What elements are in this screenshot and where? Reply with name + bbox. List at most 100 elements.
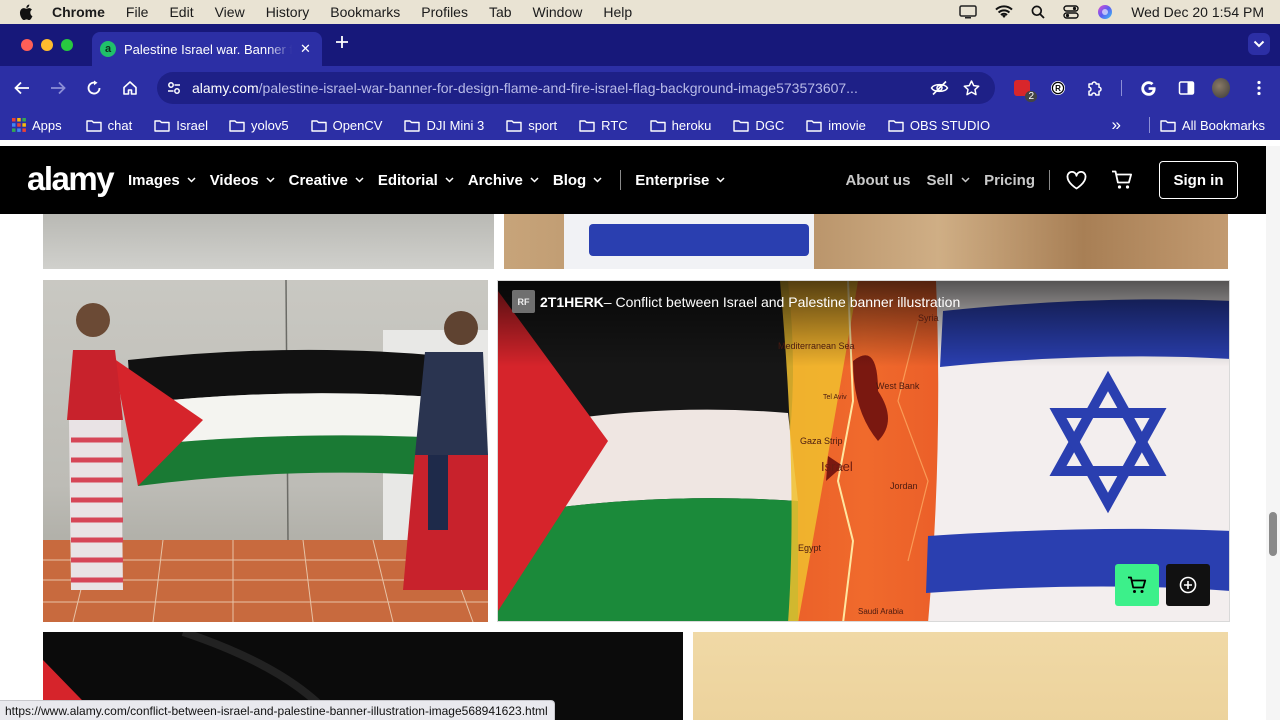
extensions-puzzle-icon[interactable] — [1085, 79, 1103, 97]
all-bookmarks-button[interactable]: All Bookmarks — [1160, 118, 1265, 133]
extension-badge-count: 2 — [1025, 91, 1037, 102]
menu-profiles[interactable]: Profiles — [421, 4, 468, 20]
wifi-icon[interactable] — [995, 5, 1013, 19]
reload-icon[interactable] — [84, 78, 104, 98]
svg-text:R: R — [1055, 84, 1061, 93]
nav-editorial[interactable]: Editorial — [378, 172, 454, 189]
registered-extension-icon[interactable]: R — [1049, 79, 1067, 97]
bookmark-folder-yolov5[interactable]: yolov5 — [229, 118, 289, 133]
window-close-button[interactable] — [21, 39, 33, 51]
forward-icon[interactable] — [48, 78, 68, 98]
link-status-bubble: https://www.alamy.com/conflict-between-i… — [0, 700, 555, 720]
bookmark-folder-israel[interactable]: Israel — [154, 118, 208, 133]
menu-file[interactable]: File — [126, 4, 149, 20]
home-icon[interactable] — [120, 78, 140, 98]
profile-avatar[interactable] — [1212, 78, 1230, 98]
menu-view[interactable]: View — [215, 4, 245, 20]
menu-window[interactable]: Window — [533, 4, 583, 20]
bookmark-folder-rtc[interactable]: RTC — [579, 118, 628, 133]
bookmark-folder-obs-studio[interactable]: OBS STUDIO — [888, 118, 990, 133]
bookmark-star-icon[interactable] — [963, 80, 980, 101]
image-caption-text[interactable]: – Conflict between Israel and Palestine … — [604, 294, 960, 310]
map-label-israel: Israel — [821, 459, 853, 474]
image-tile-wall-cropped[interactable] — [43, 214, 494, 269]
bookmark-label: OpenCV — [332, 117, 383, 133]
nav-videos[interactable]: Videos — [210, 172, 275, 189]
menu-history[interactable]: History — [266, 4, 310, 20]
window-zoom-button[interactable] — [61, 39, 73, 51]
map-label-saudi-arabia: Saudi Arabia — [858, 607, 904, 616]
bookmark-folder-opencv[interactable]: OpenCV — [310, 117, 383, 133]
bookmark-apps[interactable]: Apps — [12, 118, 62, 133]
chrome-menu-icon[interactable] — [1250, 79, 1268, 97]
menu-chrome[interactable]: Chrome — [52, 4, 105, 20]
nav-pricing[interactable]: Pricing — [984, 172, 1035, 189]
menu-tab[interactable]: Tab — [489, 4, 512, 20]
image-tile-featured-israel-palestine-banner[interactable]: Syria Mediterranean Sea Tel Aviv West Ba… — [497, 280, 1230, 622]
sign-in-label: Sign in — [1173, 171, 1224, 189]
tab-active[interactable]: a Palestine Israel war. Banner for desig… — [92, 32, 322, 66]
sign-in-button[interactable]: Sign in — [1159, 161, 1238, 199]
side-panel-icon[interactable] — [1177, 79, 1195, 97]
siri-icon[interactable] — [1097, 4, 1113, 20]
nav-enterprise[interactable]: Enterprise — [635, 172, 725, 189]
google-icon[interactable] — [1139, 79, 1157, 97]
address-bar[interactable]: alamy.com/palestine-israel-war-banner-fo… — [157, 72, 995, 104]
add-to-cart-button[interactable] — [1115, 564, 1159, 606]
page-scrollbar-thumb[interactable] — [1269, 512, 1277, 556]
window-minimize-button[interactable] — [41, 39, 53, 51]
nav-blog[interactable]: Blog — [553, 172, 602, 189]
apple-icon[interactable] — [19, 4, 33, 20]
nav-label: Videos — [209, 171, 259, 189]
alamy-logo[interactable]: alamy — [27, 160, 115, 198]
cart-icon — [1128, 576, 1147, 593]
bookmark-folder-imovie[interactable]: imovie — [806, 118, 866, 133]
new-tab-icon[interactable] — [334, 34, 350, 54]
alamy-header: alamy Images Videos Creative Editorial A… — [0, 146, 1266, 214]
nav-divider — [620, 170, 622, 190]
nav-archive[interactable]: Archive — [468, 172, 539, 189]
bookmark-folder-heroku[interactable]: heroku — [649, 118, 711, 133]
nav-creative[interactable]: Creative — [289, 172, 364, 189]
folder-icon — [506, 119, 522, 132]
cart-icon[interactable] — [1111, 170, 1133, 190]
folder-icon — [579, 119, 595, 132]
nav-about-us[interactable]: About us — [845, 172, 910, 189]
eye-off-icon[interactable] — [930, 80, 949, 101]
page-scrollbar[interactable] — [1266, 146, 1280, 720]
nav-sell[interactable]: Sell — [926, 172, 970, 189]
folder-icon — [1160, 119, 1176, 132]
menu-bookmarks[interactable]: Bookmarks — [330, 4, 400, 20]
nav-images[interactable]: Images — [128, 172, 196, 189]
bookmark-folder-dji-mini-3[interactable]: DJI Mini 3 — [404, 118, 484, 133]
nav-label: Archive — [467, 171, 523, 189]
menu-edit[interactable]: Edit — [169, 4, 193, 20]
menu-help[interactable]: Help — [603, 4, 632, 20]
tab-search-chevron-icon[interactable] — [1248, 33, 1270, 55]
control-center-icon[interactable] — [1063, 5, 1079, 19]
tab-close-icon[interactable]: ✕ — [300, 41, 311, 57]
image-tile-kids-palestine-flag[interactable] — [43, 280, 488, 622]
back-icon[interactable] — [12, 78, 32, 98]
site-info-icon[interactable] — [166, 80, 182, 96]
header-right: About us Sell Pricing Sign in — [845, 146, 1266, 214]
add-to-lightbox-button[interactable] — [1166, 564, 1210, 606]
bookmarks-overflow-icon[interactable]: » — [1111, 115, 1120, 135]
bookmark-folder-sport[interactable]: sport — [506, 118, 557, 133]
image-tile-flag-stone-cropped[interactable] — [504, 214, 1228, 269]
image-caption: RF 2T1HERK – Conflict between Israel and… — [512, 290, 960, 313]
kids-photo-illustration — [43, 280, 488, 622]
clock[interactable]: Wed Dec 20 1:54 PM — [1131, 4, 1264, 20]
bookmark-folder-chat[interactable]: chat — [85, 118, 132, 133]
tab-title: Palestine Israel war. Banner for design — [124, 41, 292, 57]
display-icon[interactable] — [959, 5, 977, 19]
bookmark-folder-dgc[interactable]: DGC — [733, 118, 784, 133]
extension-badge-icon[interactable]: 2 — [1013, 79, 1037, 102]
image-tile-parchment-cropped[interactable] — [693, 632, 1228, 720]
chevron-down-icon — [355, 177, 364, 183]
bookmark-label: Apps — [32, 117, 62, 133]
spotlight-search-icon[interactable] — [1031, 5, 1045, 19]
folder-icon — [154, 119, 170, 132]
image-id[interactable]: 2T1HERK — [540, 294, 604, 310]
heart-icon[interactable] — [1066, 170, 1087, 190]
